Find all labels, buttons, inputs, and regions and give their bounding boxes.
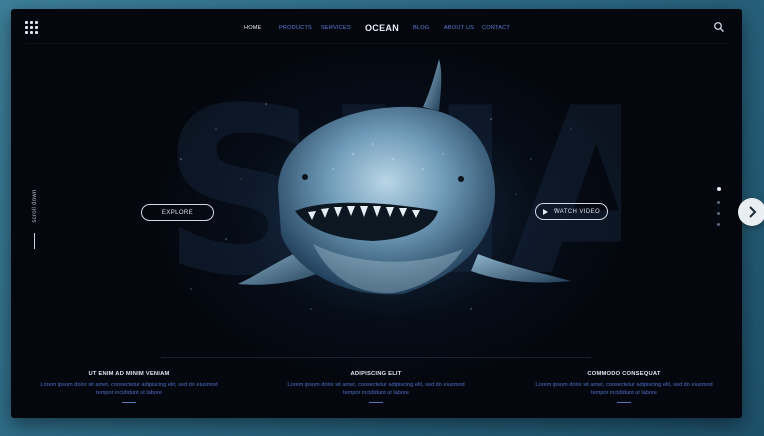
feature-underline — [369, 402, 383, 403]
slider-dot-1[interactable] — [716, 187, 721, 191]
brand-logo[interactable]: OCEAN — [365, 23, 399, 33]
nav-item-blog[interactable]: BLOG — [413, 25, 429, 31]
chevron-right-icon — [749, 206, 757, 218]
main-nav: HOME PRODUCTS SERVICES OCEAN BLOG ABOUT … — [11, 23, 742, 37]
feature-column: COMMODO CONSEQUAT Lorem ipsum dolor sit … — [524, 371, 724, 403]
explore-button-label: EXPLORE — [161, 209, 194, 216]
feature-description-line1: Lorem ipsum dolor sit amet, consectetur … — [40, 382, 218, 388]
feature-description-line1: Lorem ipsum dolor sit amet, consectetur … — [287, 382, 465, 388]
feature-description-line1: Lorem ipsum dolor sit amet, consectetur … — [535, 382, 713, 388]
landing-page-window: SHARK — [11, 9, 742, 418]
nav-item-about-us[interactable]: ABOUT US — [444, 25, 474, 31]
feature-description-line2: tempor incididunt ut labore — [343, 390, 409, 396]
shark-image — [238, 59, 571, 295]
feature-underline — [122, 402, 136, 403]
features-divider — [161, 357, 591, 358]
scroll-down-indicator[interactable]: scroll down — [27, 187, 43, 249]
watch-video-label: WATCH VIDEO — [553, 208, 601, 215]
feature-title: COMMODO CONSEQUAT — [587, 371, 661, 377]
nav-item-services[interactable]: SERVICES — [321, 25, 351, 31]
feature-underline — [617, 402, 631, 403]
play-icon — [542, 208, 548, 215]
watch-video-button[interactable]: WATCH VIDEO — [535, 203, 608, 220]
slider-dot-4[interactable] — [717, 223, 720, 226]
slider-pagination — [716, 187, 722, 237]
scroll-down-label: scroll down — [32, 189, 38, 223]
scroll-down-line — [34, 233, 35, 249]
feature-description-line2: tempor incididunt ut labore — [96, 390, 162, 396]
slider-dot-3[interactable] — [717, 212, 720, 215]
feature-title: UT ENIM AD MINIM VENIAM — [88, 371, 170, 377]
feature-title: ADIPISCING ELIT — [350, 371, 402, 377]
slider-dot-2[interactable] — [717, 201, 720, 204]
nav-divider — [25, 43, 728, 44]
explore-button[interactable]: EXPLORE — [141, 204, 214, 221]
nav-item-products[interactable]: PRODUCTS — [279, 25, 312, 31]
feature-column: UT ENIM AD MINIM VENIAM Lorem ipsum dolo… — [29, 371, 229, 403]
feature-column: ADIPISCING ELIT Lorem ipsum dolor sit am… — [276, 371, 476, 403]
nav-item-home[interactable]: HOME — [244, 25, 262, 31]
feature-description-line2: tempor incididunt ut labore — [591, 390, 657, 396]
nav-item-contact[interactable]: CONTACT — [482, 25, 510, 31]
next-slide-button[interactable] — [738, 198, 764, 226]
search-icon[interactable] — [713, 21, 725, 33]
